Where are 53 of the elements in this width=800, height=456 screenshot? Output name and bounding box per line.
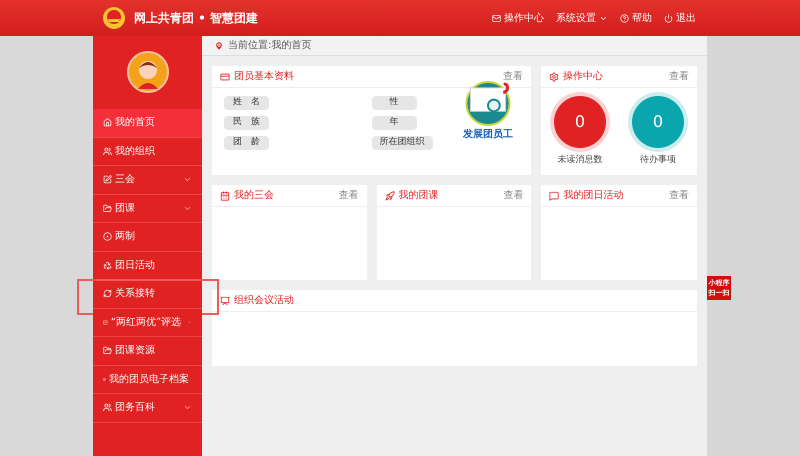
- card-icon: [220, 72, 230, 82]
- breadcrumb: 当前位置:我的首页: [228, 38, 312, 53]
- home-icon: [103, 118, 112, 128]
- calendar-icon: [220, 190, 230, 200]
- card-title: 我的团日活动: [563, 188, 624, 203]
- sidebar-item[interactable]: 我的组织: [93, 138, 202, 166]
- field-label: 姓 名: [224, 96, 269, 110]
- site-title: 网上共青团 • 智慧团建: [134, 10, 258, 27]
- card-title: 组织会议活动: [234, 294, 294, 308]
- avatar: [126, 51, 168, 93]
- edit-icon: [103, 175, 112, 184]
- card-title: 操作中心: [563, 70, 603, 84]
- promo-caption: 发展团员工: [463, 128, 513, 142]
- field-label: 团 龄: [224, 136, 269, 150]
- recycle-icon: [103, 260, 112, 270]
- chat-icon: [549, 190, 560, 200]
- view-link[interactable]: 查看: [338, 188, 359, 203]
- counter-label: 未读消息数: [558, 154, 602, 167]
- sidebar-item[interactable]: 我的团员电子档案: [93, 366, 202, 394]
- nav-link[interactable]: 操作中心: [492, 10, 544, 26]
- view-link[interactable]: 查看: [503, 188, 524, 203]
- users-icon: [103, 403, 112, 412]
- users-icon: [103, 146, 112, 156]
- nav-link[interactable]: 帮助: [620, 10, 652, 26]
- view-link[interactable]: 查看: [503, 69, 523, 84]
- rocket-icon: [384, 190, 395, 200]
- field-label: 年: [372, 116, 416, 130]
- field-label: 所在团组织: [372, 136, 432, 150]
- edit-icon: [103, 318, 108, 327]
- target-icon: [103, 232, 112, 242]
- emblem-logo: [102, 6, 126, 30]
- field-label: 民 族: [224, 116, 269, 130]
- view-link[interactable]: 查看: [669, 69, 689, 84]
- sidebar-item[interactable]: “两红两优”评选: [93, 308, 202, 337]
- refresh-icon: [103, 289, 112, 298]
- power-icon: [664, 14, 673, 22]
- card-title: 团员基本资料: [234, 70, 294, 84]
- folder-icon: [103, 204, 112, 213]
- help-icon: [620, 14, 629, 22]
- sidebar-item[interactable]: 我的首页: [93, 109, 202, 138]
- folder-icon: [103, 346, 112, 356]
- sidebar-item[interactable]: 团课: [93, 194, 202, 223]
- gear-icon: [549, 72, 559, 82]
- nav-link[interactable]: 系统设置: [556, 10, 608, 26]
- view-link[interactable]: 查看: [669, 188, 690, 203]
- meeting-icon: [220, 296, 230, 306]
- nav-link[interactable]: 退出: [664, 10, 696, 26]
- card-title: 我的团课: [398, 188, 439, 203]
- card-title: 我的三会: [234, 188, 274, 203]
- field-label: 性: [372, 96, 416, 110]
- pin-icon: [214, 40, 224, 50]
- counter-label: 待办事项: [640, 154, 676, 167]
- mail-icon: [492, 14, 501, 22]
